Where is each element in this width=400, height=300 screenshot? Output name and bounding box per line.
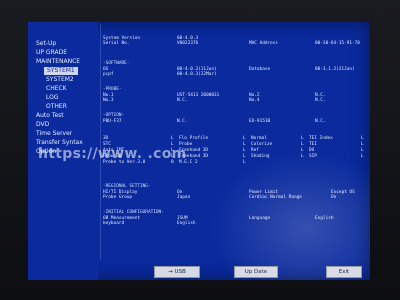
feature-cell: L bbox=[301, 136, 304, 141]
software-heading: -SOFTWARE- bbox=[103, 61, 130, 66]
probe-no3-value: N.C. bbox=[177, 98, 188, 103]
feature-cell: Normal bbox=[251, 136, 267, 141]
keyboard-value: English bbox=[177, 221, 196, 226]
menu-item-auto-test[interactable]: Auto Test bbox=[36, 112, 64, 120]
pcpf-value: 00-4.0.3(22Mar) bbox=[177, 72, 217, 77]
feature-cell: L bbox=[361, 136, 364, 141]
probe-no4-value: N.C. bbox=[315, 98, 326, 103]
probe-group-label: Probe Group bbox=[103, 195, 133, 200]
feature-cell: L bbox=[171, 136, 174, 141]
language-label: Language bbox=[249, 216, 271, 221]
feature-cell: 3D bbox=[103, 136, 109, 141]
mac-value: 00-30-64-15-91-70 bbox=[315, 41, 360, 46]
initial-config-heading: -INITIAL CONFIGURATION- bbox=[103, 210, 164, 215]
keyboard-label: keyboard bbox=[103, 221, 125, 226]
exit-button[interactable]: Exit bbox=[326, 266, 362, 278]
feature-cell: L bbox=[243, 136, 246, 141]
menu-item-upgrade[interactable]: UP GRADE bbox=[36, 49, 67, 57]
database-value: 00-3.1.2(21Jan) bbox=[315, 67, 355, 72]
probe-heading: -PROBE- bbox=[103, 87, 122, 92]
mac-label: MAC Address bbox=[249, 41, 279, 46]
monitor-bezel: Set-Up UP GRADE MAINTENANCE SYSTEM1 SYST… bbox=[0, 0, 400, 300]
menu-item-setup[interactable]: Set-Up bbox=[36, 40, 56, 48]
cardiac-range-label: Cardiac Normal Range bbox=[249, 195, 302, 200]
system-info-panel: System Version 00-4.0.3 Serial No. V0022… bbox=[100, 24, 369, 260]
usb-export-button[interactable]: → USB bbox=[154, 266, 200, 278]
probe-no4-label: No.4 bbox=[249, 98, 260, 103]
probe-no3-label: No.3 bbox=[103, 98, 114, 103]
update-button[interactable]: Up Date bbox=[234, 266, 278, 278]
menu-item-maintenance[interactable]: MAINTENANCE bbox=[36, 58, 80, 66]
watermark-text: https://www. .com bbox=[38, 146, 187, 162]
pbu-label: PBU-F37 bbox=[103, 119, 122, 124]
menu-item-system1[interactable]: SYSTEM1 bbox=[44, 67, 78, 75]
menu-item-check[interactable]: CHECK bbox=[46, 85, 67, 93]
serial-label: Serial No. bbox=[103, 41, 130, 46]
cardiac-range-value: On bbox=[331, 195, 337, 200]
menu-item-log[interactable]: LOG bbox=[46, 94, 59, 102]
menu-item-system2[interactable]: SYSTEM2 bbox=[46, 76, 74, 84]
eu-label: EU-9151B bbox=[249, 119, 271, 124]
pcpf-label: pcpf bbox=[103, 72, 114, 77]
feature-cell: Flo Profile bbox=[179, 136, 209, 141]
pbu-value: N.C. bbox=[177, 119, 188, 124]
feature-cell: TEI Index bbox=[309, 136, 333, 141]
menu-item-other[interactable]: OTHER bbox=[46, 103, 67, 111]
option-heading: -OPTION- bbox=[103, 113, 125, 118]
language-value: English bbox=[315, 216, 334, 221]
probe-group-value: Japan bbox=[177, 195, 191, 200]
menu-item-dvd[interactable]: DVD bbox=[36, 121, 49, 129]
regional-heading: -REGIONAL SETTING- bbox=[103, 184, 151, 189]
eu-value: N.C. bbox=[315, 119, 326, 124]
database-label: Database bbox=[249, 67, 271, 72]
menu-item-time-server[interactable]: Time Server bbox=[36, 130, 72, 138]
serial-value: V0022376 bbox=[177, 41, 199, 46]
